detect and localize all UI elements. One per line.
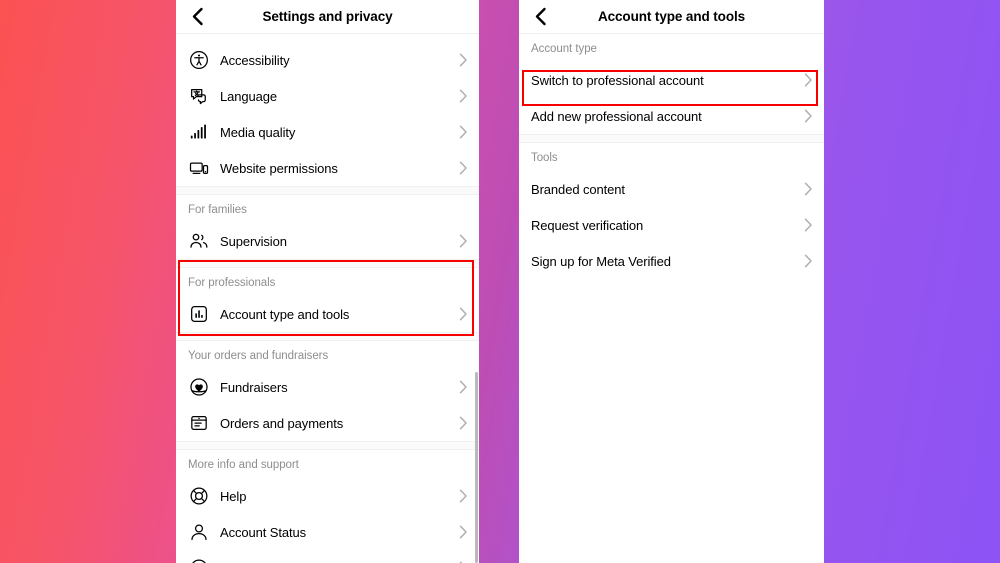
chevron-right-icon (802, 73, 814, 87)
list-item-label: Language (220, 88, 278, 104)
account-tools-list[interactable]: Account type Switch to professional accou… (519, 34, 824, 279)
list-item-about[interactable]: About (176, 550, 479, 563)
language-icon (188, 85, 210, 107)
list-item-accessibility[interactable]: Accessibility (176, 42, 479, 78)
section-divider (176, 332, 479, 341)
accessibility-icon (188, 49, 210, 71)
list-item-switch-to-professional-account[interactable]: Switch to professional account (519, 62, 824, 98)
orders-and-payments-icon (188, 412, 210, 434)
account-type-and-tools-panel: Account type and tools Account type Switc… (519, 0, 824, 563)
chevron-right-icon (802, 218, 814, 232)
list-item-label: Media quality (220, 124, 296, 140)
back-button[interactable] (180, 0, 214, 34)
chevron-left-icon (191, 7, 204, 26)
list-item-label: Help (220, 488, 247, 504)
chevron-right-icon (802, 109, 814, 123)
chevron-right-icon (457, 53, 469, 67)
left-panel-title: Settings and privacy (262, 9, 393, 24)
chevron-right-icon (457, 380, 469, 394)
chevron-right-icon (457, 525, 469, 539)
account-type-and-tools-icon (188, 303, 210, 325)
list-item-label: Switch to professional account (531, 72, 704, 88)
list-item-help[interactable]: Help (176, 478, 479, 514)
website-permissions-icon (188, 157, 210, 179)
list-item-account-type-and-tools[interactable]: Account type and tools (176, 296, 479, 332)
list-item-supervision[interactable]: Supervision (176, 223, 479, 259)
list-item-website-permissions[interactable]: Website permissions (176, 150, 479, 186)
list-item-label: Account Status (220, 524, 307, 540)
chevron-right-icon (457, 89, 469, 103)
list-item-branded-content[interactable]: Branded content (519, 171, 824, 207)
list-item-request-verification[interactable]: Request verification (519, 207, 824, 243)
fundraisers-icon (188, 376, 210, 398)
section-header-for-professionals: For professionals (188, 277, 276, 289)
list-item-label: Accessibility (220, 52, 290, 68)
chevron-right-icon (457, 307, 469, 321)
list-item-label: Add new professional account (531, 108, 702, 124)
list-item-label: Sign up for Meta Verified (531, 253, 671, 269)
chevron-right-icon (802, 182, 814, 196)
settings-and-privacy-panel: Settings and privacy Accessibility Langua… (176, 0, 479, 563)
help-icon (188, 485, 210, 507)
section-divider (176, 186, 479, 195)
section-header-more-info-and-support: More info and support (188, 459, 299, 471)
section-header-for-families: For families (188, 204, 247, 216)
list-item-label: Orders and payments (220, 415, 344, 431)
chevron-right-icon (457, 234, 469, 248)
account-status-icon (188, 521, 210, 543)
section-header-tools: Tools (531, 152, 558, 164)
left-panel-header: Settings and privacy (176, 0, 479, 34)
section-divider (519, 134, 824, 143)
list-item-label: Supervision (220, 233, 287, 249)
list-item-label: Website permissions (220, 160, 338, 176)
list-item-language[interactable]: Language (176, 78, 479, 114)
back-button[interactable] (523, 0, 557, 34)
list-item-label: Account type and tools (220, 306, 350, 322)
list-item-sign-up-for-meta-verified[interactable]: Sign up for Meta Verified (519, 243, 824, 279)
list-top-spacer (176, 34, 479, 42)
list-item-media-quality[interactable]: Media quality (176, 114, 479, 150)
settings-list[interactable]: Accessibility Language Media quality Websit… (176, 34, 479, 563)
right-panel-title: Account type and tools (597, 9, 746, 24)
list-item-fundraisers[interactable]: Fundraisers (176, 369, 479, 405)
chevron-right-icon (457, 489, 469, 503)
list-item-label: Branded content (531, 181, 625, 197)
chevron-right-icon (457, 416, 469, 430)
media-quality-icon (188, 121, 210, 143)
chevron-left-icon (534, 7, 547, 26)
section-header-your-orders-and-fundraisers: Your orders and fundraisers (188, 350, 329, 362)
list-item-orders-and-payments[interactable]: Orders and payments (176, 405, 479, 441)
section-divider (176, 259, 479, 268)
list-item-account-status[interactable]: Account Status (176, 514, 479, 550)
left-panel-scrollbar[interactable] (475, 372, 478, 563)
about-icon (188, 557, 210, 563)
chevron-right-icon (457, 161, 469, 175)
list-item-label: Fundraisers (220, 379, 288, 395)
list-item-label: Request verification (531, 217, 644, 233)
supervision-icon (188, 230, 210, 252)
list-item-add-new-professional-account[interactable]: Add new professional account (519, 98, 824, 134)
chevron-right-icon (457, 125, 469, 139)
section-divider (176, 441, 479, 450)
chevron-right-icon (802, 254, 814, 268)
section-header-account-type: Account type (531, 43, 597, 55)
right-panel-header: Account type and tools (519, 0, 824, 34)
